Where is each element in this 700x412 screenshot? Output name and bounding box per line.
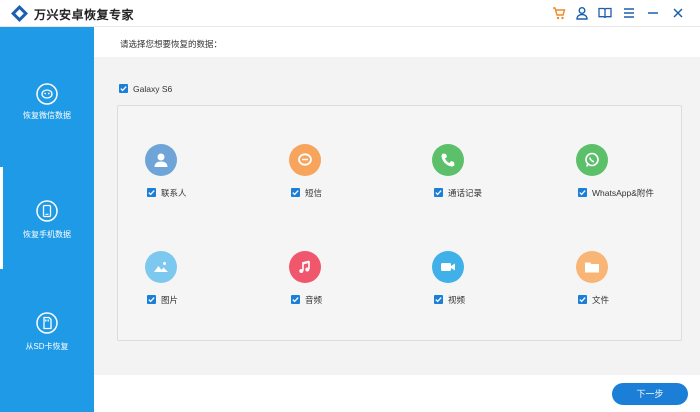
checkbox[interactable] (434, 295, 443, 305)
cart-icon[interactable] (551, 5, 567, 21)
checkbox[interactable] (291, 188, 300, 198)
checkbox[interactable] (578, 295, 587, 305)
app-title: 万兴安卓恢复专家 (34, 8, 135, 22)
sidebar-item-wechat[interactable]: 恢复微信数据 (0, 55, 94, 165)
category-contacts[interactable]: 联系人 (118, 144, 238, 204)
category-label: 短信 (305, 187, 323, 198)
device-checkbox-row[interactable]: Galaxy S6 (119, 80, 172, 94)
call-log-icon (432, 144, 464, 176)
wechat-recover-icon (36, 83, 58, 105)
messages-icon (289, 144, 321, 176)
sdcard-recover-icon (36, 312, 58, 334)
category-label: 联系人 (161, 187, 187, 198)
title-bar: 万兴安卓恢复专家 (0, 0, 700, 27)
sidebar-item-label: 恢复手机数据 (23, 230, 71, 239)
category-label: 文件 (592, 294, 610, 305)
category-messages[interactable]: 短信 (262, 144, 382, 204)
app-logo-icon (11, 5, 28, 22)
device-label: Galaxy S6 (133, 83, 173, 94)
content-header: 请选择您想要恢复的数据： (94, 27, 700, 57)
checkbox[interactable] (147, 188, 156, 198)
menu-icon[interactable] (621, 5, 637, 21)
category-panel: 联系人 短信 通话记录 WhatsApp&附件 图片 音频 视频 文件 (117, 105, 682, 341)
category-label: 视频 (448, 294, 466, 305)
checkbox[interactable] (578, 188, 587, 198)
book-icon[interactable] (597, 5, 613, 21)
sidebar-item-phone[interactable]: 恢复手机数据 (0, 167, 94, 269)
contacts-icon (145, 144, 177, 176)
category-files[interactable]: 文件 (549, 251, 669, 311)
phone-recover-icon (36, 200, 58, 222)
category-label: WhatsApp&附件 (592, 187, 654, 198)
category-label: 通话记录 (448, 187, 483, 198)
user-icon[interactable] (574, 5, 590, 21)
close-icon[interactable] (670, 5, 686, 21)
category-audio[interactable]: 音频 (262, 251, 382, 311)
video-icon (432, 251, 464, 283)
category-label: 音频 (305, 294, 323, 305)
category-photos[interactable]: 图片 (118, 251, 238, 311)
footer-bar (94, 375, 700, 412)
sidebar-item-sdcard[interactable]: 从SD卡恢复 (0, 279, 94, 389)
next-button[interactable]: 下一步 (612, 383, 688, 405)
category-whatsapp[interactable]: WhatsApp&附件 (549, 144, 669, 204)
files-icon (576, 251, 608, 283)
whatsapp-icon (576, 144, 608, 176)
category-call-log[interactable]: 通话记录 (405, 144, 525, 204)
minimize-icon[interactable] (645, 5, 661, 21)
category-video[interactable]: 视频 (405, 251, 525, 311)
checkbox[interactable] (147, 295, 156, 305)
sidebar-item-label: 从SD卡恢复 (25, 342, 69, 351)
device-checkbox[interactable] (119, 84, 128, 94)
sidebar-item-label: 恢复微信数据 (23, 111, 71, 120)
prompt-text: 请选择您想要恢复的数据： (120, 39, 223, 49)
photos-icon (145, 251, 177, 283)
sidebar: 恢复微信数据 恢复手机数据 从SD卡恢复 (0, 27, 94, 412)
checkbox[interactable] (291, 295, 300, 305)
category-label: 图片 (161, 294, 179, 305)
audio-icon (289, 251, 321, 283)
checkbox[interactable] (434, 188, 443, 198)
